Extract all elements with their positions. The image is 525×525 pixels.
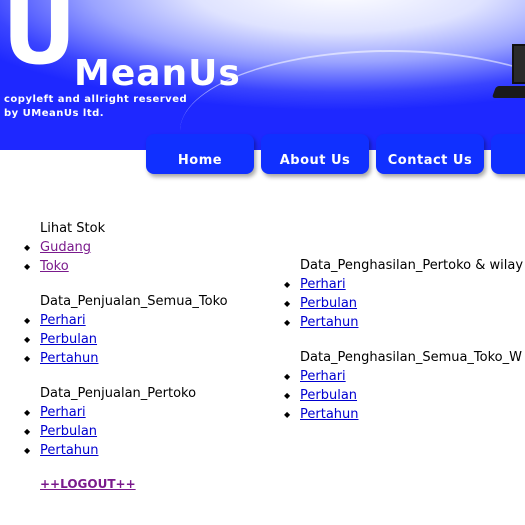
- link-perhari[interactable]: Perhari: [300, 369, 346, 384]
- logout-link[interactable]: ++LOGOUT++: [40, 477, 136, 491]
- section-heading-penjualan-semua-toko: Data_Penjualan_Semua_Toko: [40, 294, 228, 309]
- link-pertahun[interactable]: Pertahun: [40, 351, 99, 366]
- list-item: Pertahun: [282, 405, 525, 424]
- penjualan-semua-toko-links: Perhari Perbulan Pertahun: [22, 311, 272, 368]
- link-pertahun[interactable]: Pertahun: [300, 407, 359, 422]
- link-perbulan[interactable]: Perbulan: [40, 332, 97, 347]
- lihat-stok-links: Gudang Toko: [22, 238, 272, 276]
- section-heading-penjualan-pertoko: Data_Penjualan_Pertoko: [40, 386, 197, 401]
- link-perbulan[interactable]: Perbulan: [300, 388, 357, 403]
- section-heading-penghasilan-semua-toko: Data_Penghasilan_Semua_Toko_W: [300, 350, 522, 365]
- penghasilan-pertoko-links: Perhari Perbulan Pertahun: [282, 275, 525, 332]
- list-item: Perhari: [22, 403, 272, 422]
- link-perhari[interactable]: Perhari: [40, 405, 86, 420]
- list-item: Perhari: [282, 367, 525, 386]
- penjualan-pertoko-links: Perhari Perbulan Pertahun: [22, 403, 272, 460]
- list-item: Pertahun: [22, 441, 272, 460]
- copyright-line-2: by UMeanUs ltd.: [4, 108, 105, 119]
- nav-bar: Home About Us Contact Us: [0, 134, 525, 178]
- list-item: Pertahun: [22, 349, 272, 368]
- nav-contact-us-button[interactable]: Contact Us: [376, 134, 484, 174]
- section-heading-lihat-stok: Lihat Stok: [40, 221, 106, 236]
- header-banner: U MeanUs copyleft and allright reserved …: [0, 0, 525, 150]
- left-menu-column: Lihat Stok Gudang Toko Data_Penjualan_Se…: [22, 219, 272, 460]
- link-pertahun[interactable]: Pertahun: [40, 443, 99, 458]
- list-item: Perbulan: [22, 330, 272, 349]
- list-item: Perbulan: [282, 386, 525, 405]
- nav-about-us-button[interactable]: About Us: [261, 134, 369, 174]
- link-perbulan[interactable]: Perbulan: [300, 296, 357, 311]
- right-menu-column: Data_Penghasilan_Pertoko & wilay Perhari…: [282, 256, 525, 424]
- link-pertahun[interactable]: Pertahun: [300, 315, 359, 330]
- list-item: Gudang: [22, 238, 272, 257]
- list-item: Perbulan: [282, 294, 525, 313]
- link-perhari[interactable]: Perhari: [40, 313, 86, 328]
- list-item: Perhari: [282, 275, 525, 294]
- logo-letter: U: [2, 0, 77, 85]
- link-perbulan[interactable]: Perbulan: [40, 424, 97, 439]
- nav-more-button[interactable]: [491, 134, 525, 174]
- link-toko[interactable]: Toko: [40, 259, 69, 274]
- penghasilan-semua-toko-links: Perhari Perbulan Pertahun: [282, 367, 525, 424]
- computer-icon: [491, 44, 525, 106]
- copyright-line-1: copyleft and allright reserved: [4, 94, 188, 105]
- section-heading-penghasilan-pertoko: Data_Penghasilan_Pertoko & wilay: [300, 258, 524, 273]
- logo-text: MeanUs: [74, 53, 241, 94]
- nav-home-button[interactable]: Home: [146, 134, 254, 174]
- list-item: Pertahun: [282, 313, 525, 332]
- list-item: Perbulan: [22, 422, 272, 441]
- link-gudang[interactable]: Gudang: [40, 240, 91, 255]
- link-perhari[interactable]: Perhari: [300, 277, 346, 292]
- list-item: Toko: [22, 257, 272, 276]
- list-item: Perhari: [22, 311, 272, 330]
